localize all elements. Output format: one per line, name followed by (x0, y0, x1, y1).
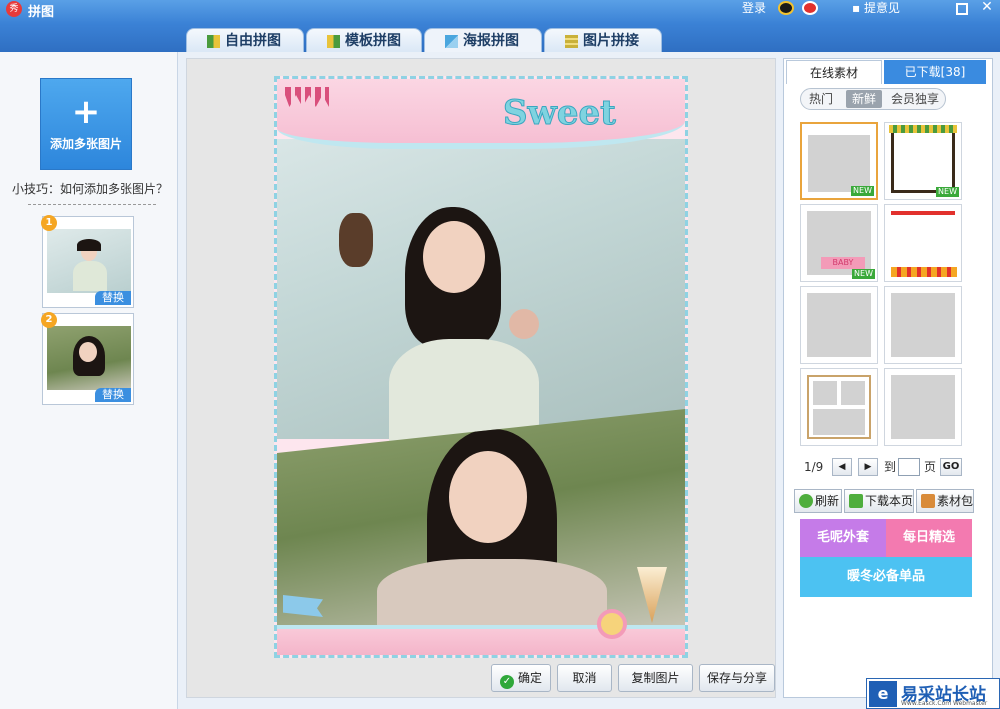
template-thumbnail[interactable] (884, 368, 962, 446)
next-page-button[interactable]: ▶ (858, 458, 878, 476)
login-link[interactable]: 登录 (742, 0, 766, 18)
template-thumbnail[interactable] (800, 286, 878, 364)
page-indicator: 1/9 (804, 460, 824, 474)
add-images-button[interactable]: + 添加多张图片 (40, 78, 132, 170)
poster-photo-bottom[interactable] (277, 409, 685, 629)
tab-downloaded[interactable]: 已下载[38] (884, 60, 986, 84)
checkmark-icon: ✓ (499, 675, 514, 689)
cancel-button[interactable]: 取消 (557, 664, 612, 692)
template-thumbnail[interactable] (884, 286, 962, 364)
donut-icon (597, 609, 627, 639)
filter-new[interactable]: 新鲜 (846, 90, 882, 108)
banner-winter-items[interactable]: 暖冬必备单品 (800, 557, 972, 597)
material-pack-label: 素材包 (937, 494, 974, 508)
app-logo-icon: 秀 (6, 1, 22, 17)
filter-member[interactable]: 会员独享 (886, 90, 944, 108)
download-page-button[interactable]: 下载本页 (844, 489, 914, 513)
image-stitch-icon (565, 35, 578, 48)
tab-free-collage[interactable]: 自由拼图 (186, 28, 304, 54)
thumbnail-image (47, 326, 131, 390)
new-badge: NEW (851, 186, 874, 196)
plus-icon: + (71, 92, 101, 132)
template-collage-icon (327, 35, 340, 48)
confirm-label: 确定 (517, 671, 542, 685)
tab-label: 海报拼图 (463, 33, 519, 49)
package-icon (921, 494, 935, 508)
banner-daily-picks[interactable]: 每日精选 (886, 519, 972, 557)
download-icon (849, 494, 863, 508)
image-thumbnail[interactable]: 1 替换 (41, 215, 134, 308)
thumbnail-image (47, 229, 131, 293)
replace-button[interactable]: 替换 (95, 291, 131, 305)
go-button[interactable]: GO (940, 458, 962, 476)
site-logo-icon: e (869, 681, 897, 707)
tab-label: 图片拼接 (583, 33, 639, 49)
sweet-sticker: Sweet (503, 93, 617, 134)
new-badge: NEW (936, 187, 959, 197)
feedback-link[interactable]: ▪ 提意见 (852, 0, 900, 18)
tab-image-stitch[interactable]: 图片拼接 (544, 28, 662, 54)
page-number-input[interactable] (898, 458, 920, 476)
divider (28, 204, 156, 205)
page-unit-label: 页 (924, 460, 937, 474)
tab-online-materials[interactable]: 在线素材 (786, 60, 882, 84)
confirm-button[interactable]: ✓ 确定 (491, 664, 551, 692)
feedback-label: 提意见 (863, 1, 900, 15)
banner-wool-coat[interactable]: 毛呢外套 (800, 519, 886, 557)
download-page-label: 下载本页 (865, 494, 914, 508)
thumbnail-number: 1 (41, 215, 57, 231)
weibo-icon[interactable] (802, 1, 818, 15)
close-icon[interactable]: ✕ (980, 0, 994, 15)
tab-label: 模板拼图 (345, 33, 401, 49)
goto-label: 到 (884, 460, 897, 474)
qq-icon[interactable] (778, 1, 794, 15)
refresh-label: 刷新 (815, 494, 840, 508)
tab-template-collage[interactable]: 模板拼图 (306, 28, 422, 54)
poster-photo-top[interactable] (277, 139, 685, 449)
maximize-icon[interactable] (956, 3, 968, 15)
copy-image-button[interactable]: 复制图片 (618, 664, 693, 692)
template-thumbnail[interactable] (800, 368, 878, 446)
thumbnail-number: 2 (41, 312, 57, 328)
save-share-button[interactable]: 保存与分享 (699, 664, 775, 692)
free-collage-icon (207, 35, 220, 48)
tip-link[interactable]: 小技巧：如何添加多张图片？ (12, 180, 168, 197)
poster-canvas[interactable]: Sweet (274, 76, 688, 658)
template-thumbnail[interactable]: BABY NEW (800, 204, 878, 282)
add-images-label: 添加多张图片 (49, 137, 122, 151)
site-watermark: e 易采站长站 Www.Easck.Com Webmaster (866, 678, 1000, 709)
filter-hot[interactable]: 热门 (804, 90, 838, 108)
refresh-icon (799, 494, 813, 508)
prev-page-button[interactable]: ◀ (832, 458, 852, 476)
image-thumbnail[interactable]: 2 替换 (41, 312, 134, 405)
new-badge: NEW (852, 269, 875, 279)
poster-collage-icon (445, 35, 458, 48)
material-pack-button[interactable]: 素材包 (916, 489, 974, 513)
window-title: 拼图 (28, 5, 55, 20)
replace-button[interactable]: 替换 (95, 388, 131, 402)
tab-label: 自由拼图 (225, 33, 281, 49)
watermark-subtext: Www.Easck.Com Webmaster (901, 700, 988, 707)
poster-top-decoration (277, 79, 685, 149)
template-thumbnail[interactable] (884, 204, 962, 282)
chat-bubble-icon: ▪ (852, 1, 864, 15)
refresh-button[interactable]: 刷新 (794, 489, 842, 513)
template-thumbnail[interactable]: NEW (884, 122, 962, 200)
template-thumbnail[interactable]: NEW (800, 122, 878, 200)
